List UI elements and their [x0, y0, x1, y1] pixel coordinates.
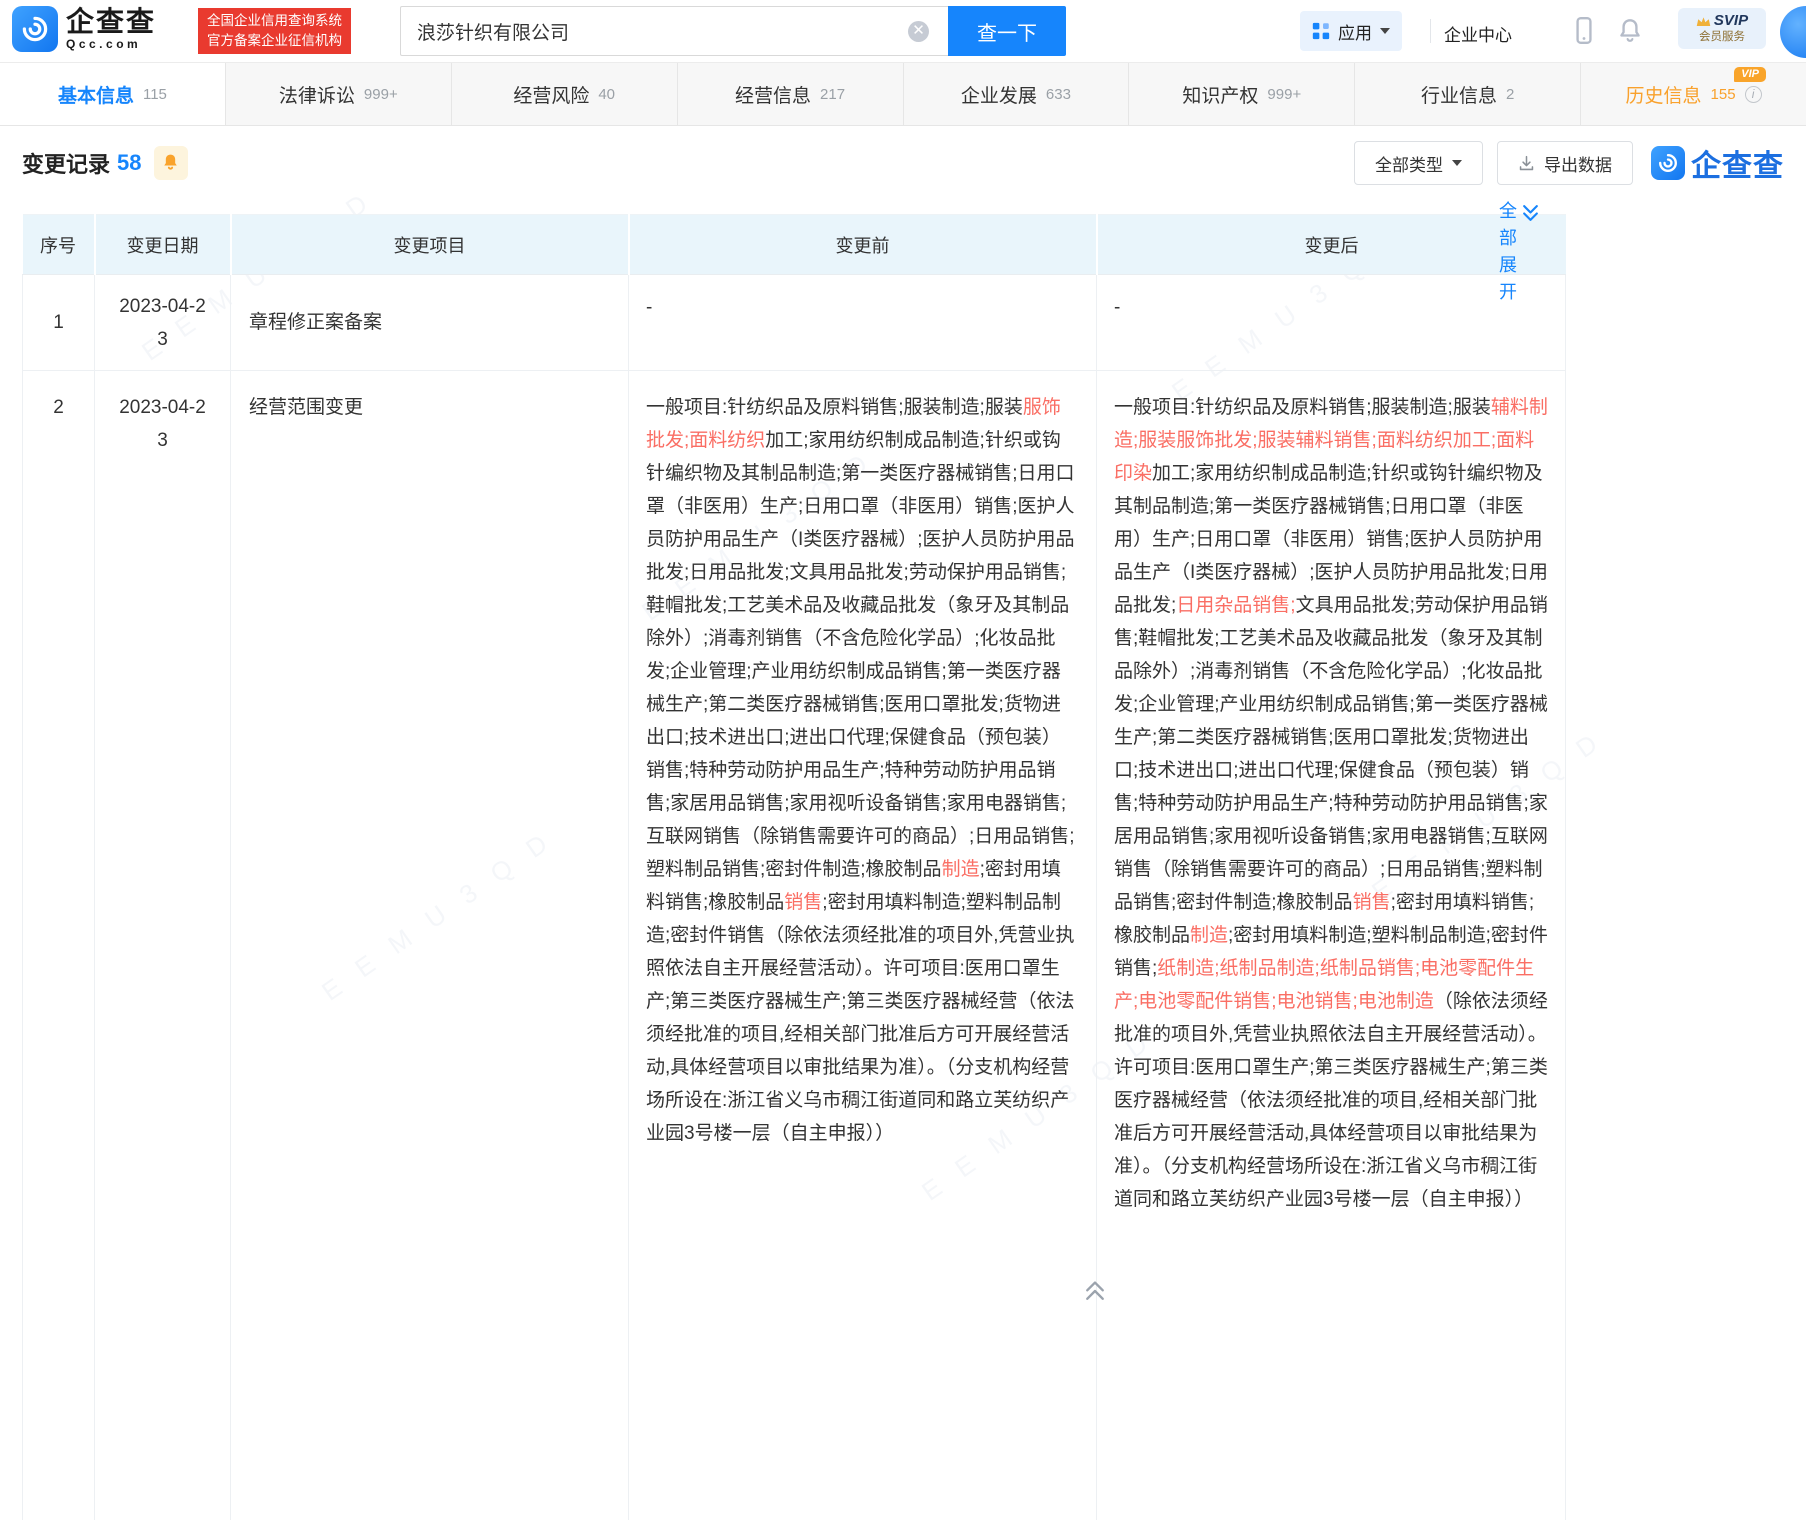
search-button[interactable]: 查一下: [948, 6, 1066, 56]
change-records-header: 变更记录 58 全部类型 导出数据 企查查: [22, 140, 1784, 186]
export-data-button[interactable]: 导出数据: [1497, 141, 1633, 185]
table-row: 2 2023-04-23 经营范围变更 一般项目:针纺织品及原料销售;服装制造;…: [23, 371, 1566, 1520]
table-row: 1 2023-04-23 章程修正案备案 - -: [23, 275, 1566, 371]
qcc-logo-icon: [12, 6, 58, 52]
tab-count: 115: [143, 86, 167, 103]
tab-count: 217: [820, 86, 845, 103]
nav-divider: [1430, 19, 1431, 43]
bell-icon: [161, 153, 180, 173]
tab-bar: 基本信息 115 法律诉讼 999+ 经营风险 40 经营信息 217 企业发展…: [0, 62, 1806, 126]
tab-count: 999+: [1267, 86, 1301, 103]
tab-label: 企业发展: [961, 81, 1037, 108]
expand-all-control[interactable]: 全部展开: [1499, 198, 1539, 306]
certification-line2: 官方备案企业征信机构: [207, 31, 342, 51]
qcc-watermark-logo: 企查查: [1651, 141, 1784, 185]
change-records-table-wrap: 序号 变更日期 变更项目 变更前 变更后 1 2023-04-23 章程修正案备…: [22, 214, 1565, 1520]
tab-count: 633: [1046, 86, 1071, 103]
cell-item: 章程修正案备案: [231, 275, 629, 371]
cell-date: 2023-04-23: [95, 371, 231, 1520]
col-header-before: 变更前: [629, 215, 1097, 275]
export-data-label: 导出数据: [1544, 151, 1612, 176]
tab-legal-litigation[interactable]: 法律诉讼 999+: [226, 63, 452, 125]
logo-name: 企查查: [66, 7, 156, 37]
tab-basic-info[interactable]: 基本信息 115: [0, 63, 226, 125]
section-count: 58: [117, 150, 141, 176]
tab-enterprise-development[interactable]: 企业发展 633: [904, 63, 1130, 125]
mobile-app-icon[interactable]: [1570, 16, 1598, 51]
clear-search-icon[interactable]: ✕: [908, 21, 929, 42]
cell-before: 一般项目:针纺织品及原料销售;服装制造;服装服饰批发;面料纺织加工;家用纺织制成…: [629, 371, 1097, 1520]
col-header-date: 变更日期: [95, 215, 231, 275]
certification-badge: 全国企业信用查询系统 官方备案企业征信机构: [198, 8, 351, 54]
crown-icon: [1696, 16, 1711, 27]
chevron-down-icon: [1452, 160, 1462, 166]
col-header-item: 变更项目: [231, 215, 629, 275]
enterprise-center-link[interactable]: 企业中心: [1444, 21, 1512, 46]
cell-no: 2: [23, 371, 95, 1520]
double-chevron-up-icon: [1084, 1280, 1106, 1302]
cell-before: -: [629, 275, 1097, 371]
col-header-after: 变更后: [1097, 215, 1566, 275]
svip-subtitle: 会员服务: [1678, 30, 1766, 45]
subscribe-bell-button[interactable]: [154, 146, 188, 180]
download-icon: [1518, 155, 1535, 172]
tab-operation-risk[interactable]: 经营风险 40: [452, 63, 678, 125]
logo-domain: Qcc.com: [66, 37, 156, 51]
collapse-row-control[interactable]: [1084, 1280, 1106, 1307]
tab-label: 知识产权: [1182, 81, 1258, 108]
cell-no: 1: [23, 275, 95, 371]
svip-badge[interactable]: SVIP 会员服务: [1678, 8, 1766, 49]
tab-operation-info[interactable]: 经营信息 217: [678, 63, 904, 125]
col-header-no: 序号: [23, 215, 95, 275]
certification-line1: 全国企业信用查询系统: [207, 11, 342, 31]
apps-menu[interactable]: 应用: [1300, 11, 1402, 51]
tab-label: 经营风险: [513, 81, 589, 108]
cell-after: 一般项目:针纺织品及原料销售;服装制造;服装辅料制造;服装服饰批发;服装辅料销售…: [1097, 371, 1566, 1520]
tab-intellectual-property[interactable]: 知识产权 999+: [1129, 63, 1355, 125]
tab-count: 40: [598, 86, 615, 103]
brand-name: 企查查: [1691, 141, 1784, 185]
cell-date: 2023-04-23: [95, 275, 231, 371]
notifications-bell-icon[interactable]: [1616, 16, 1644, 51]
double-chevron-down-icon: [1522, 203, 1539, 223]
tab-label: 历史信息: [1626, 81, 1702, 108]
tab-history-info[interactable]: VIP 历史信息 155 i: [1581, 63, 1806, 125]
search-bar: ✕ 查一下: [400, 6, 1066, 56]
qcc-logo-icon: [1651, 146, 1685, 180]
tab-count: 999+: [364, 86, 398, 103]
tab-industry-info[interactable]: 行业信息 2: [1355, 63, 1581, 125]
apps-grid-icon: [1312, 22, 1330, 40]
tab-count: 155: [1711, 86, 1736, 103]
tab-label: 基本信息: [58, 81, 134, 108]
vip-badge: VIP: [1734, 67, 1766, 82]
qcc-change-records-page: E E M U 3 Q D E E M U 3 Q D E E M U 3 Q …: [0, 0, 1806, 1520]
type-filter-label: 全部类型: [1375, 151, 1443, 176]
customer-service-avatar[interactable]: [1780, 6, 1806, 58]
tab-label: 法律诉讼: [279, 81, 355, 108]
search-input[interactable]: [400, 6, 948, 56]
type-filter-button[interactable]: 全部类型: [1354, 141, 1483, 185]
svip-title: SVIP: [1714, 13, 1748, 29]
cell-after: -: [1097, 275, 1566, 371]
cell-item: 经营范围变更: [231, 371, 629, 1520]
info-icon[interactable]: i: [1745, 86, 1762, 103]
qcc-logo[interactable]: 企查查 Qcc.com: [12, 6, 156, 52]
expand-all-label: 全部展开: [1499, 198, 1518, 306]
apps-label: 应用: [1338, 19, 1372, 44]
chevron-down-icon: [1380, 28, 1390, 34]
section-title: 变更记录: [22, 147, 110, 179]
tab-label: 行业信息: [1421, 81, 1497, 108]
change-records-table: 序号 变更日期 变更项目 变更前 变更后 1 2023-04-23 章程修正案备…: [22, 214, 1566, 1520]
table-header-row: 序号 变更日期 变更项目 变更前 变更后: [23, 215, 1566, 275]
tab-label: 经营信息: [735, 81, 811, 108]
tab-count: 2: [1506, 86, 1514, 103]
top-header: 企查查 Qcc.com 全国企业信用查询系统 官方备案企业征信机构 ✕ 查一下 …: [0, 0, 1806, 62]
